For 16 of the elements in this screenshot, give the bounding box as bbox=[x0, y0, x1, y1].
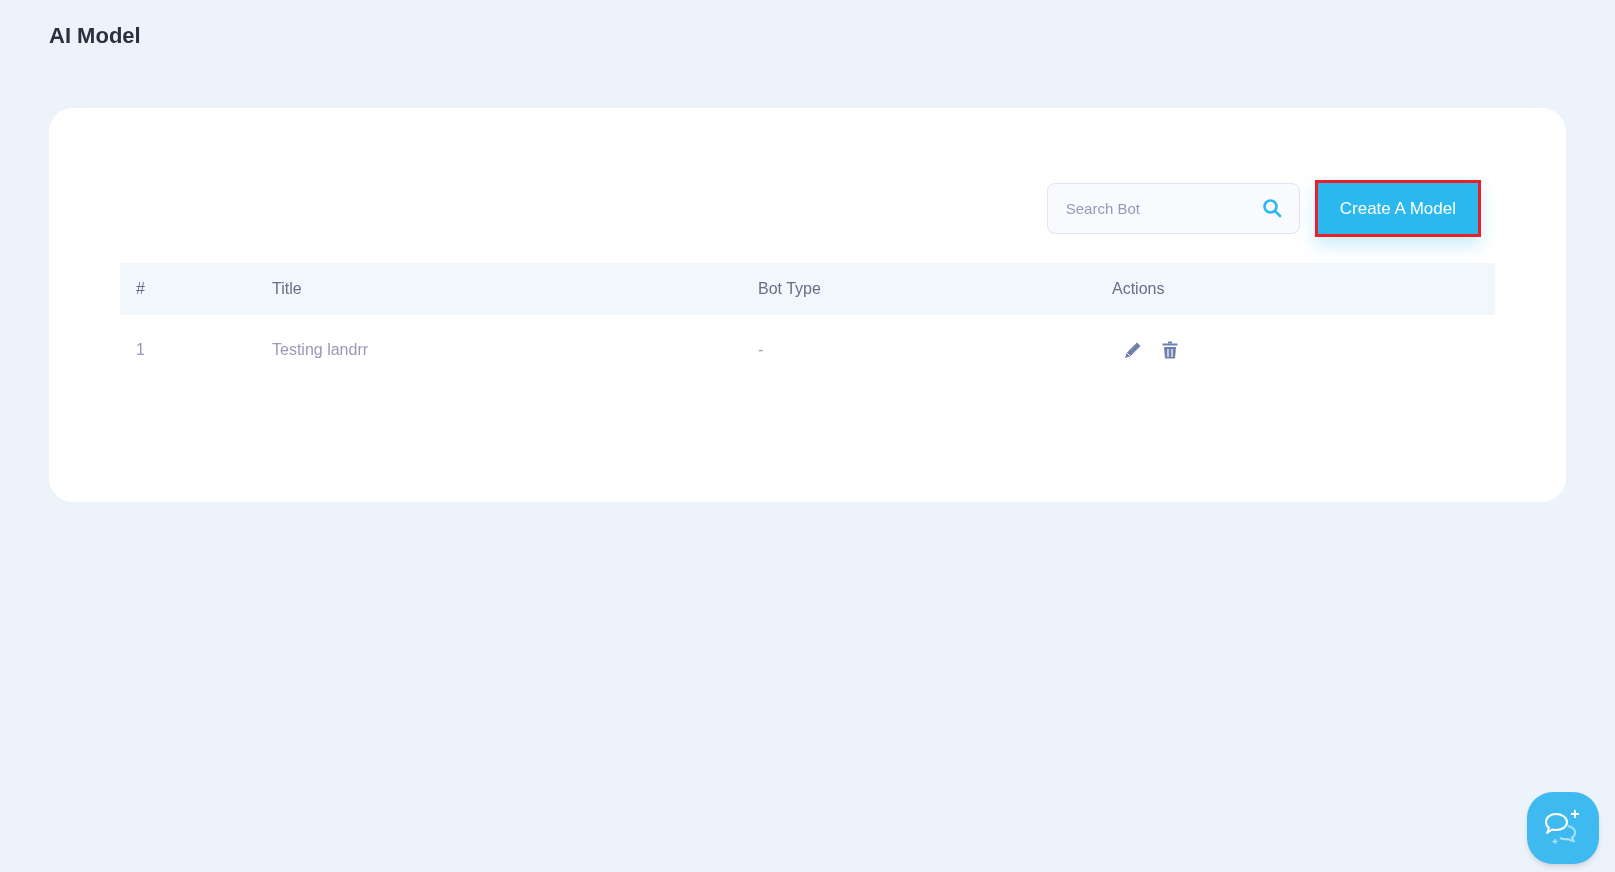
table-cell: - bbox=[758, 341, 764, 358]
column-header: Actions bbox=[1112, 280, 1165, 297]
trash-icon bbox=[1162, 341, 1178, 359]
column-header: # bbox=[136, 280, 145, 297]
edit-button[interactable] bbox=[1124, 341, 1142, 359]
page-title: AI Model bbox=[49, 22, 141, 50]
column-header: Bot Type bbox=[758, 280, 821, 297]
pencil-icon bbox=[1124, 341, 1142, 359]
search-icon bbox=[1261, 198, 1282, 218]
search-field[interactable]: Search Bot bbox=[1046, 183, 1300, 234]
create-model-button[interactable]: Create A Model bbox=[1314, 180, 1481, 237]
table-cell: 1 bbox=[136, 341, 145, 358]
table-cell: Testing landrr bbox=[272, 341, 369, 358]
delete-button[interactable] bbox=[1162, 341, 1178, 359]
column-header: Title bbox=[272, 280, 302, 297]
chat-button[interactable] bbox=[1527, 792, 1599, 864]
